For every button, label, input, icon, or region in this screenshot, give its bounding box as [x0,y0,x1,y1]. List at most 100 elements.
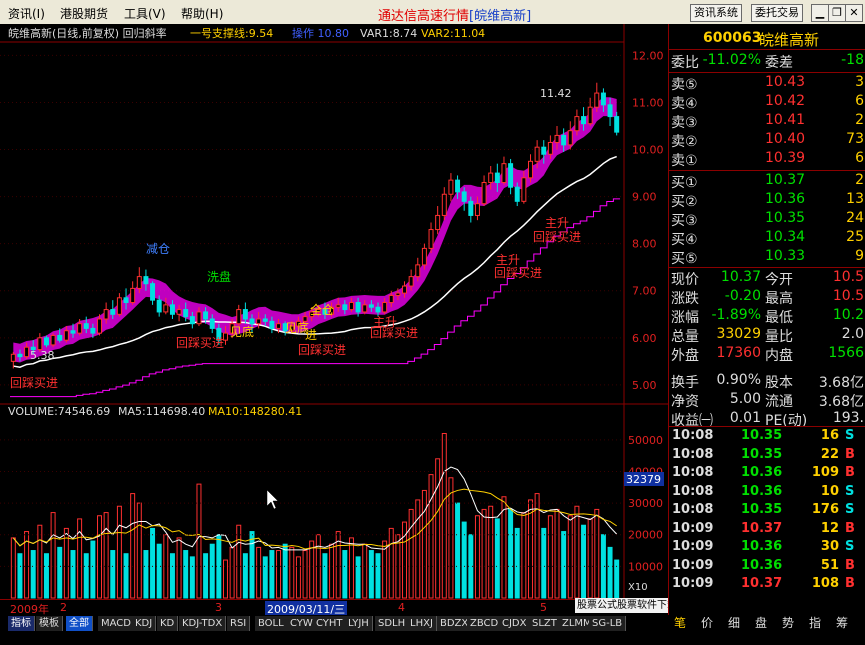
indicator-tab[interactable]: LYJH [345,616,373,631]
tick-volume: 16 [820,428,839,443]
candle-body [581,116,587,125]
volume-bar [77,518,83,599]
tick-price: 10.36 [741,539,783,554]
indicator-tab[interactable]: KDJ [132,616,157,631]
candle-body [169,304,175,315]
support-line-label: 一号支撑线:9.54 [190,26,273,40]
indicator-tab[interactable]: KD [157,616,179,631]
stat-label: 净资 [671,394,699,410]
volume-bar [309,540,315,599]
quote-view-tab[interactable]: 指 [809,616,821,631]
quote-view-tab[interactable]: 盘 [755,616,767,631]
tick-row: 10:09 10.36 30 S [669,539,865,557]
menu-item-tools[interactable]: 工具(V) [124,5,166,22]
indicator-tab[interactable]: SLZT [529,616,561,631]
trade-button[interactable]: 委托交易 [751,4,803,22]
order-label: 卖④ [671,96,698,112]
indicator-tab[interactable]: MACD [98,616,135,631]
stat-value-2: 10.5 [832,288,864,304]
tick-price: 10.36 [741,483,783,499]
tick-volume: 22 [820,446,839,462]
indicator-tab[interactable]: 全部 [66,616,93,631]
restore-icon[interactable]: ❐ [828,4,846,22]
tick-time: 10:08 [672,483,714,499]
volume-bar [528,499,533,599]
tick-row: 10:09 10.36 51 B [669,558,865,576]
tick-volume: 51 [820,557,839,573]
sell-row: 卖④ 10.42 6 [669,93,865,112]
tick-side: B [845,520,855,536]
candle-body [203,311,209,320]
menu-item-hk[interactable]: 港股期货 [60,5,108,22]
indicator-tab[interactable]: LHXJ [407,616,437,631]
indicator-tab[interactable]: ZBCD [467,616,503,631]
stat-value-2: 3.68亿 [818,394,864,410]
ma5-label: MA5:114698.40 [118,405,205,418]
quote-view-tab[interactable]: 价 [701,616,713,631]
candle-body [50,334,56,346]
volume-bar [488,505,494,599]
menu-item-help[interactable]: 帮助(H) [181,5,223,22]
candle-body [534,146,540,162]
volume-bar [282,543,288,599]
candle-body [508,163,514,188]
tick-side: B [845,557,855,573]
indicator-tab[interactable]: SG-LB [589,616,627,631]
volume-bar [567,515,573,599]
volume-bar [17,553,23,599]
candle-body [567,130,573,146]
indicator-tab[interactable]: KDJ-TDX [179,616,227,631]
indicator-tab[interactable]: RSI [227,616,251,631]
order-volume: 25 [846,229,864,245]
quote-view-tab[interactable]: 筹 [836,616,848,631]
volume-bar [276,550,282,599]
indicator-tab[interactable]: CYHT [313,616,347,631]
candle-body [70,330,76,334]
volume-bar [587,518,593,599]
menu-item-info[interactable]: 资讯(I) [8,5,45,22]
kline-chart[interactable]: 5.00 6.00 7.00 8.00 9.00 10.00 11.00 12.00 1000… [0,24,668,599]
annotation-jiandi: 见底 [230,324,254,339]
stat-label-2: 最低 [765,310,793,326]
candle-body [90,327,96,334]
indicator-tab[interactable]: 指标 [8,616,35,631]
candle-body [183,309,189,318]
candle-body [514,186,520,202]
volume-bar [435,458,441,599]
candle-body [541,146,547,155]
minimize-icon[interactable]: ▁ [811,4,829,22]
stat-value-2: 10.5 [832,269,864,285]
stat-value: 17360 [716,345,761,361]
quote-view-tab[interactable]: 势 [782,616,794,631]
tick-price: 10.35 [741,428,783,443]
quote-panel: 600063 皖维高新 委比 -11.02% 委差 -18 卖⑤ 10.43 3 卖④… [668,24,865,615]
stock-name: 皖维高新 [759,31,820,49]
candle-body [262,318,268,322]
volume-bar [123,553,129,599]
stat-value: 0.90% [716,372,761,388]
chart-title: 皖维高新(日线,前复权) 回归斜率 [8,26,167,40]
candle-body [256,318,262,325]
quote-view-tab[interactable]: 细 [728,616,740,631]
candle-body [77,323,83,334]
tick-side: B [845,446,855,462]
volume-bar [57,546,63,599]
candle-body [236,309,242,325]
volume-bar [561,531,567,599]
close-icon[interactable]: ✕ [845,4,863,22]
tick-price: 10.37 [741,520,783,536]
candle-body [150,283,156,301]
candle-body [156,299,162,313]
info-system-button[interactable]: 资讯系统 [690,4,742,22]
indicator-tab[interactable]: BOLL [255,616,288,631]
annotation-zhusheng-3: 主升 [545,216,569,230]
candle-body [348,302,354,311]
chart-area[interactable]: 5.00 6.00 7.00 8.00 9.00 10.00 11.00 12.00 1000… [0,24,668,599]
indicator-tab[interactable]: SDLH [375,616,410,631]
indicator-tab[interactable]: 模板 [36,616,63,631]
indicator-tab[interactable]: CJDX [499,616,531,631]
tick-row: 10:08 10.35 22 B [669,447,865,465]
quote-view-tab[interactable]: 笔 [674,616,686,631]
candle-body [242,309,248,320]
candle-body [554,134,560,143]
